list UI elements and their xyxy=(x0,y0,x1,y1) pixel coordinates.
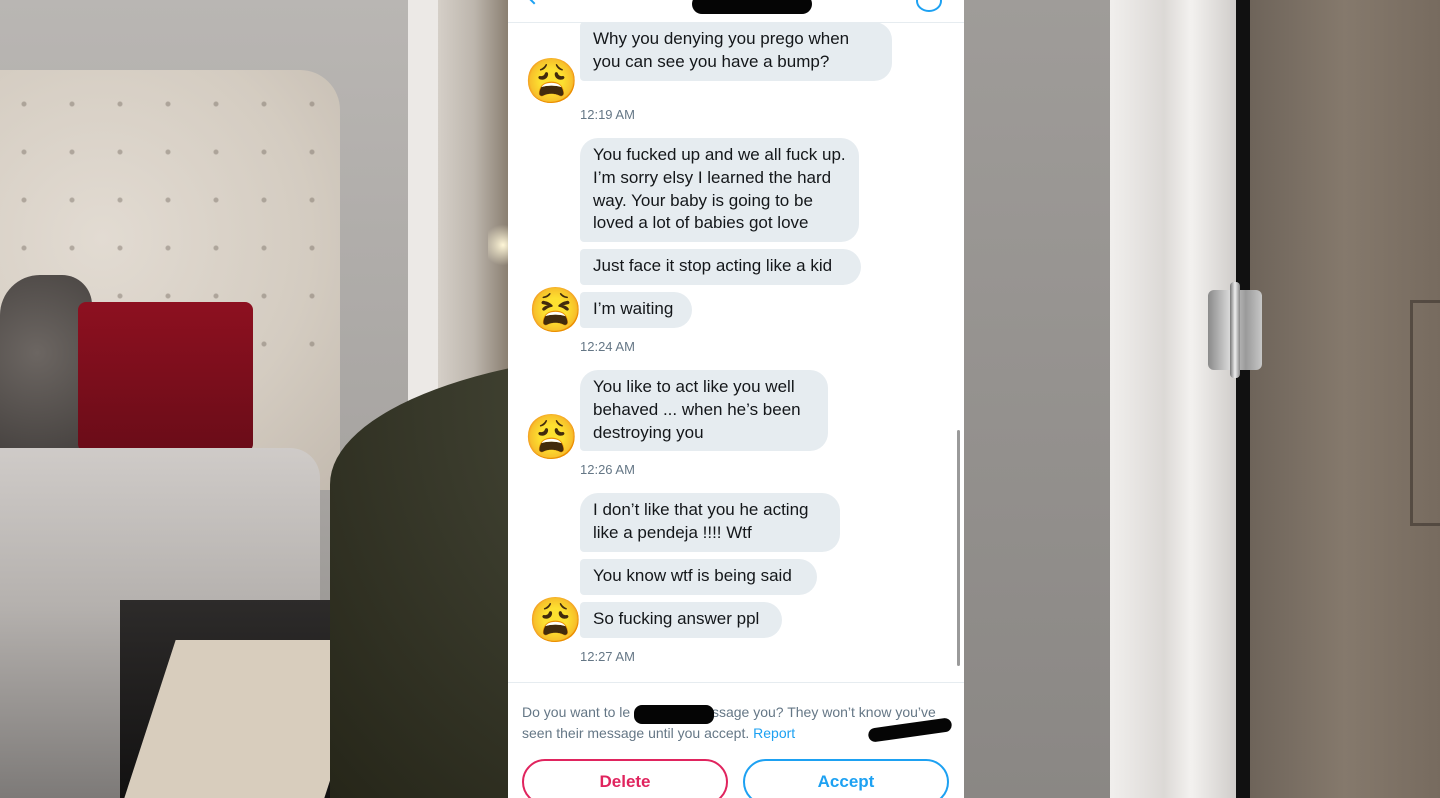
message-request-footer: Do you want to le essage you? They won’t … xyxy=(508,682,964,798)
red-pillow xyxy=(78,302,253,452)
sender-avatar-weary-face-icon[interactable]: 😩 xyxy=(524,58,579,106)
sender-avatar-weary-face-icon[interactable]: 😩 xyxy=(528,597,583,645)
redacted-username xyxy=(692,0,812,14)
message-bubble[interactable]: Just face it stop acting like a kid xyxy=(580,249,861,285)
message-bubble[interactable]: I don’t like that you he acting like a p… xyxy=(580,493,840,552)
notice-text-start: Do you want to le xyxy=(522,704,631,720)
door-frame xyxy=(1110,0,1245,798)
scrollbar[interactable] xyxy=(957,430,960,666)
message-timestamp: 12:27 AM xyxy=(580,649,635,664)
sender-avatar-tired-face-icon[interactable]: 😫 xyxy=(528,287,583,335)
report-link[interactable]: Report xyxy=(753,725,795,741)
message-text: I don’t like that you he acting like a p… xyxy=(593,500,809,542)
message-text: So fucking answer ppl xyxy=(593,609,760,628)
message-text: I’m waiting xyxy=(593,299,674,318)
message-text: Just face it stop acting like a kid xyxy=(593,256,833,275)
message-bubble[interactable]: I’m waiting xyxy=(580,292,692,328)
message-timestamp: 12:26 AM xyxy=(580,462,635,477)
delete-button[interactable]: Delete xyxy=(522,759,728,798)
message-bubble[interactable]: You fucked up and we all fuck up. I’m so… xyxy=(580,138,859,243)
door-hinge-pin xyxy=(1230,282,1240,378)
message-bubble[interactable]: Why you denying you prego when you can s… xyxy=(580,22,892,81)
right-wall xyxy=(964,0,1124,798)
back-arrow-icon[interactable] xyxy=(525,0,543,5)
message-timestamp: 12:19 AM xyxy=(580,107,635,122)
message-text: You know wtf is being said xyxy=(593,566,792,585)
sender-avatar-weary-face-icon[interactable]: 😩 xyxy=(524,414,579,462)
info-icon[interactable] xyxy=(916,0,942,12)
message-request-screen: Why you denying you prego when you can s… xyxy=(508,0,964,798)
door-gap xyxy=(1236,0,1250,798)
redacted-username xyxy=(634,705,714,724)
message-bubble[interactable]: You like to act like you well behaved ..… xyxy=(580,370,828,452)
message-bubble[interactable]: So fucking answer ppl xyxy=(580,602,782,638)
message-text: Why you denying you prego when you can s… xyxy=(593,29,850,71)
message-timestamp: 12:24 AM xyxy=(580,339,635,354)
message-text: You like to act like you well behaved ..… xyxy=(593,377,801,442)
conversation-header xyxy=(508,0,964,23)
message-bubble[interactable]: You know wtf is being said xyxy=(580,559,817,595)
message-text: You fucked up and we all fuck up. I’m so… xyxy=(593,145,846,233)
accept-button[interactable]: Accept xyxy=(743,759,949,798)
door-panel xyxy=(1410,300,1440,526)
